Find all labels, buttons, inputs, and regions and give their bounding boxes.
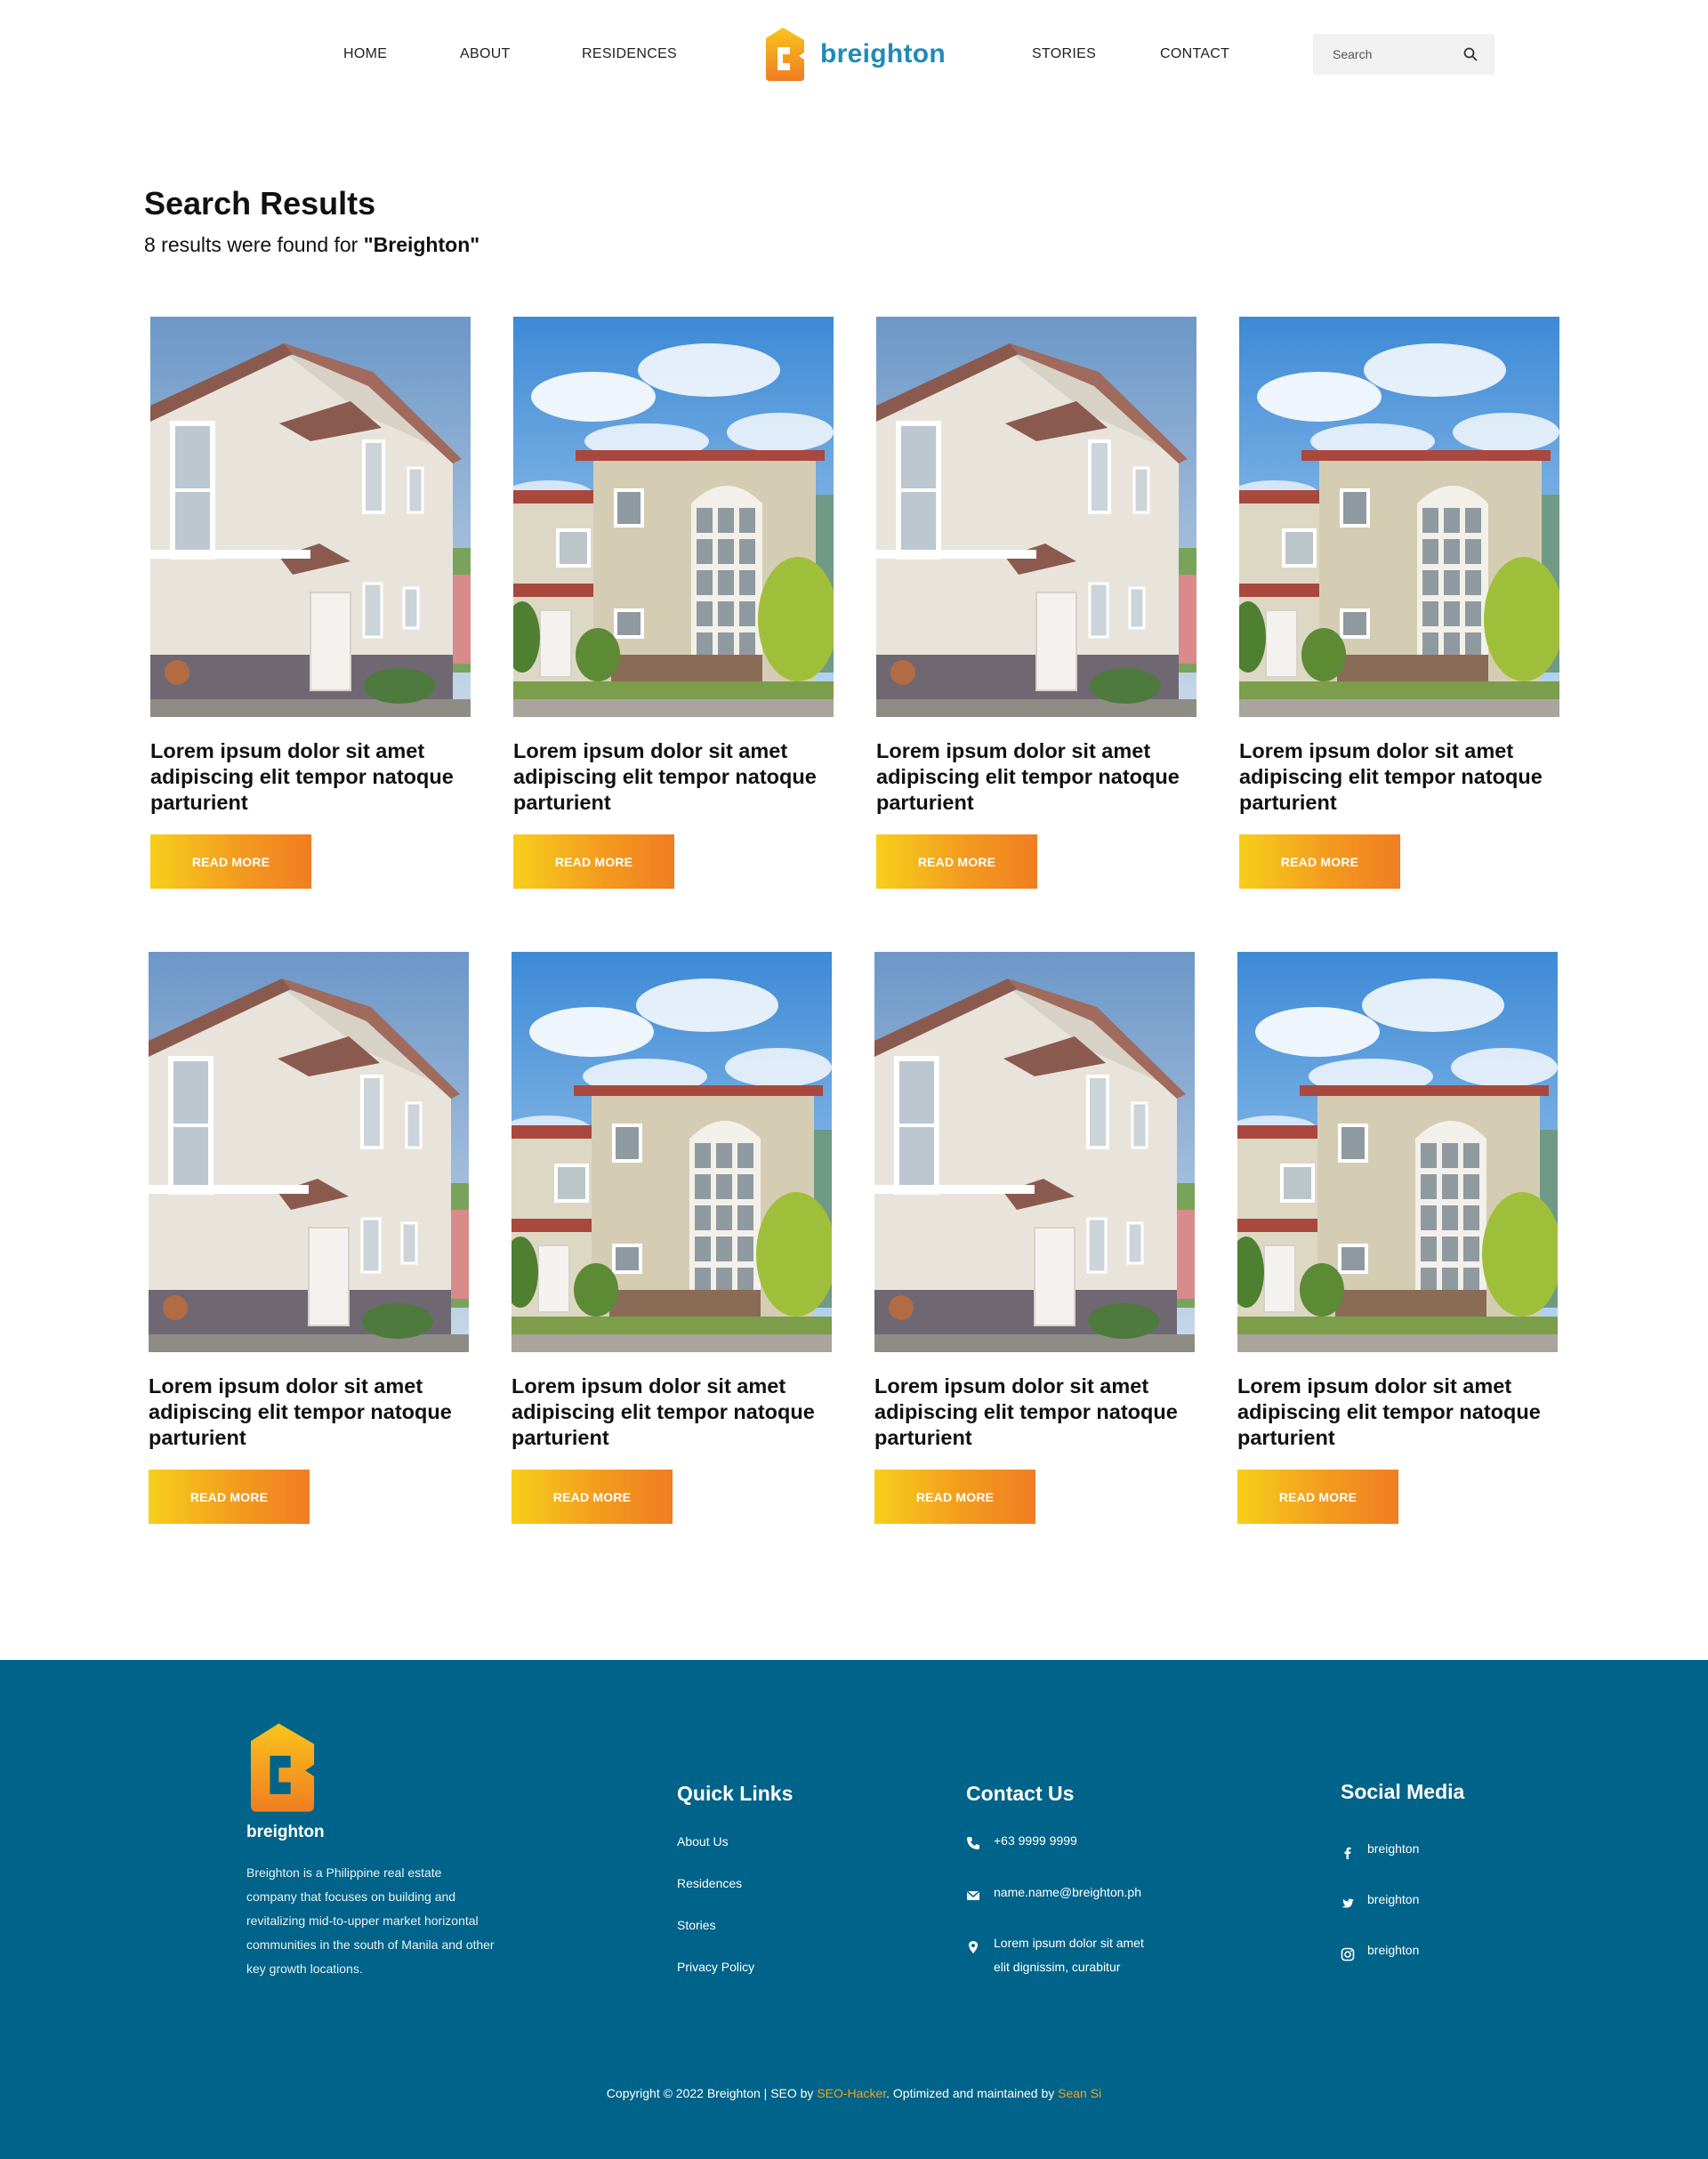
card-image-house-front[interactable] bbox=[1237, 952, 1558, 1352]
result-card: Lorem ipsum dolor sit amet adipiscing el… bbox=[1237, 952, 1559, 1524]
result-card: Lorem ipsum dolor sit amet adipiscing el… bbox=[876, 317, 1198, 889]
results-count-prefix: 8 results were found for bbox=[144, 233, 364, 256]
result-card: Lorem ipsum dolor sit amet adipiscing el… bbox=[150, 317, 472, 889]
read-more-button[interactable]: READ MORE bbox=[150, 834, 311, 889]
read-more-button[interactable]: READ MORE bbox=[1239, 834, 1400, 889]
footer-brand-name: breighton bbox=[246, 1823, 325, 1841]
card-image-house-front[interactable] bbox=[513, 317, 834, 717]
result-card: Lorem ipsum dolor sit amet adipiscing el… bbox=[1239, 317, 1561, 889]
contact-address-line1: Lorem ipsum dolor sit amet bbox=[994, 1936, 1144, 1950]
card-title[interactable]: Lorem ipsum dolor sit amet adipiscing el… bbox=[150, 738, 471, 816]
copyright-text: Copyright © 2022 Breighton | SEO by SEO-… bbox=[0, 2086, 1708, 2100]
instagram-icon[interactable] bbox=[1341, 1947, 1355, 1962]
card-title[interactable]: Lorem ipsum dolor sit amet adipiscing el… bbox=[1237, 1374, 1558, 1451]
location-pin-icon bbox=[969, 1941, 978, 1954]
facebook-icon[interactable] bbox=[1341, 1846, 1355, 1860]
social-twitter-handle[interactable]: breighton bbox=[1367, 1889, 1419, 1910]
read-more-button[interactable]: READ MORE bbox=[149, 1470, 310, 1524]
sean-si-link[interactable]: Sean Si bbox=[1058, 2086, 1101, 2100]
email-icon bbox=[967, 1890, 979, 1900]
card-image-house-front[interactable] bbox=[1239, 317, 1559, 717]
nav-contact[interactable]: CONTACT bbox=[1160, 46, 1229, 62]
nav-about[interactable]: ABOUT bbox=[460, 46, 511, 62]
results-query: "Breighton" bbox=[363, 233, 480, 256]
copyright-middle: . Optimized and maintained by bbox=[886, 2086, 1059, 2100]
read-more-button[interactable]: READ MORE bbox=[876, 834, 1037, 889]
seo-hacker-link[interactable]: SEO-Hacker bbox=[817, 2086, 886, 2100]
footer-link-residences[interactable]: Residences bbox=[677, 1876, 742, 1890]
card-title[interactable]: Lorem ipsum dolor sit amet adipiscing el… bbox=[512, 1374, 832, 1451]
card-title[interactable]: Lorem ipsum dolor sit amet adipiscing el… bbox=[149, 1374, 469, 1451]
card-title[interactable]: Lorem ipsum dolor sit amet adipiscing el… bbox=[1239, 738, 1559, 816]
brand-name: breighton bbox=[820, 39, 947, 68]
card-image-house-side[interactable] bbox=[874, 952, 1195, 1352]
breighton-logo-icon bbox=[766, 28, 804, 81]
card-image-house-front[interactable] bbox=[512, 952, 832, 1352]
footer-about-text: Breighton is a Philippine real estate co… bbox=[246, 1865, 495, 1976]
result-card: Lorem ipsum dolor sit amet adipiscing el… bbox=[513, 317, 835, 889]
nav-home[interactable]: HOME bbox=[343, 46, 387, 62]
site-footer: breighton Breighton is a Philippine real… bbox=[0, 1660, 1708, 2159]
page-title: Search Results bbox=[144, 185, 376, 222]
search-icon[interactable] bbox=[1462, 46, 1478, 62]
read-more-button[interactable]: READ MORE bbox=[512, 1470, 673, 1524]
footer-logo[interactable] bbox=[246, 1720, 323, 1815]
footer-link-privacy-policy[interactable]: Privacy Policy bbox=[677, 1960, 754, 1974]
result-card: Lorem ipsum dolor sit amet adipiscing el… bbox=[149, 952, 471, 1524]
contact-email[interactable]: name.name@breighton.ph bbox=[994, 1881, 1141, 1903]
contact-phone[interactable]: +63 9999 9999 bbox=[994, 1830, 1077, 1851]
card-title[interactable]: Lorem ipsum dolor sit amet adipiscing el… bbox=[876, 738, 1196, 816]
card-title[interactable]: Lorem ipsum dolor sit amet adipiscing el… bbox=[874, 1374, 1195, 1451]
search-input[interactable] bbox=[1313, 34, 1455, 75]
footer-link-stories[interactable]: Stories bbox=[677, 1918, 716, 1932]
read-more-button[interactable]: READ MORE bbox=[513, 834, 674, 889]
search-bar bbox=[1313, 34, 1494, 75]
site-header: HOME ABOUT RESIDENCES breighton STORIES … bbox=[0, 0, 1708, 111]
card-title[interactable]: Lorem ipsum dolor sit amet adipiscing el… bbox=[513, 738, 834, 816]
copyright-prefix: Copyright © 2022 Breighton | SEO by bbox=[606, 2086, 818, 2100]
nav-stories[interactable]: STORIES bbox=[1032, 46, 1096, 62]
breighton-logo-icon bbox=[250, 1723, 315, 1812]
social-media-heading: Social Media bbox=[1341, 1780, 1465, 1803]
card-image-house-side[interactable] bbox=[876, 317, 1196, 717]
read-more-button[interactable]: READ MORE bbox=[874, 1470, 1035, 1524]
read-more-button[interactable]: READ MORE bbox=[1237, 1470, 1398, 1524]
social-instagram-handle[interactable]: breighton bbox=[1367, 1939, 1419, 1961]
results-count: 8 results were found for "Breighton" bbox=[144, 233, 479, 257]
result-card: Lorem ipsum dolor sit amet adipiscing el… bbox=[874, 952, 1196, 1524]
brand-logo[interactable]: breighton bbox=[763, 25, 946, 84]
twitter-icon[interactable] bbox=[1341, 1897, 1355, 1911]
phone-icon bbox=[967, 1837, 979, 1849]
quick-links-heading: Quick Links bbox=[677, 1782, 794, 1805]
result-card: Lorem ipsum dolor sit amet adipiscing el… bbox=[512, 952, 834, 1524]
card-image-house-side[interactable] bbox=[149, 952, 469, 1352]
contact-address-line2: elit dignissim, curabitur bbox=[994, 1960, 1121, 1974]
nav-residences[interactable]: RESIDENCES bbox=[582, 46, 677, 62]
footer-link-about-us[interactable]: About Us bbox=[677, 1834, 729, 1849]
card-image-house-side[interactable] bbox=[150, 317, 471, 717]
social-facebook-handle[interactable]: breighton bbox=[1367, 1838, 1419, 1859]
contact-heading: Contact Us bbox=[966, 1782, 1075, 1805]
